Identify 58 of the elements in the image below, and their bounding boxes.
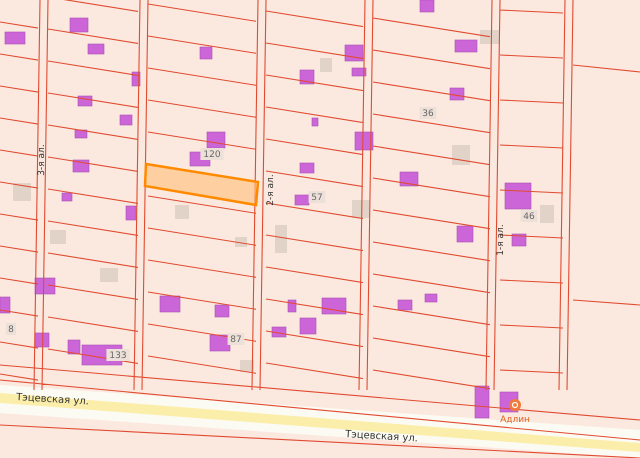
map-pin-icon[interactable] xyxy=(509,399,521,411)
house-number: 8 xyxy=(6,323,16,335)
building xyxy=(288,300,296,312)
building xyxy=(300,162,314,174)
street-label: 2-я ал. xyxy=(266,174,276,206)
building xyxy=(474,386,490,418)
building xyxy=(4,32,26,44)
building xyxy=(312,118,318,126)
street-label: 1-я ал. xyxy=(496,224,506,256)
building xyxy=(300,318,316,334)
building xyxy=(62,192,72,202)
street-label: 3-я ал. xyxy=(37,144,47,176)
building xyxy=(210,334,230,352)
building xyxy=(272,326,286,338)
house-number: 46 xyxy=(520,210,538,222)
building xyxy=(424,294,438,302)
building xyxy=(400,172,418,186)
building xyxy=(294,194,310,206)
building xyxy=(512,234,526,246)
building xyxy=(398,300,412,310)
building xyxy=(13,183,31,201)
building xyxy=(100,268,118,282)
street-label: Тэцевская ул. xyxy=(16,392,90,408)
building xyxy=(70,18,88,32)
building xyxy=(78,96,92,106)
building xyxy=(50,230,66,244)
building xyxy=(200,46,212,60)
house-number: 133 xyxy=(106,349,130,361)
house-number: 36 xyxy=(420,107,436,119)
building xyxy=(160,296,180,312)
building xyxy=(74,130,88,138)
house-number: 57 xyxy=(308,191,326,203)
highlighted-parcel[interactable] xyxy=(144,162,260,206)
building xyxy=(456,226,474,242)
building xyxy=(120,114,132,126)
house-number: 120 xyxy=(200,148,224,160)
building xyxy=(175,205,189,219)
building xyxy=(420,0,434,12)
building xyxy=(504,182,532,210)
building xyxy=(454,40,478,52)
building xyxy=(322,298,346,314)
poi-label[interactable]: Адлин xyxy=(500,415,530,425)
street-label: Тэцевская ул. xyxy=(344,429,418,444)
building xyxy=(72,160,90,172)
building xyxy=(88,44,104,54)
building xyxy=(352,68,366,76)
building xyxy=(214,304,230,318)
building xyxy=(206,132,226,148)
building xyxy=(450,88,464,100)
building xyxy=(320,58,332,72)
building xyxy=(300,70,314,84)
building xyxy=(344,44,364,62)
building xyxy=(126,206,136,220)
house-number: 87 xyxy=(228,333,244,345)
building xyxy=(0,296,10,314)
building xyxy=(452,145,470,165)
building xyxy=(275,225,287,253)
building xyxy=(540,205,554,223)
